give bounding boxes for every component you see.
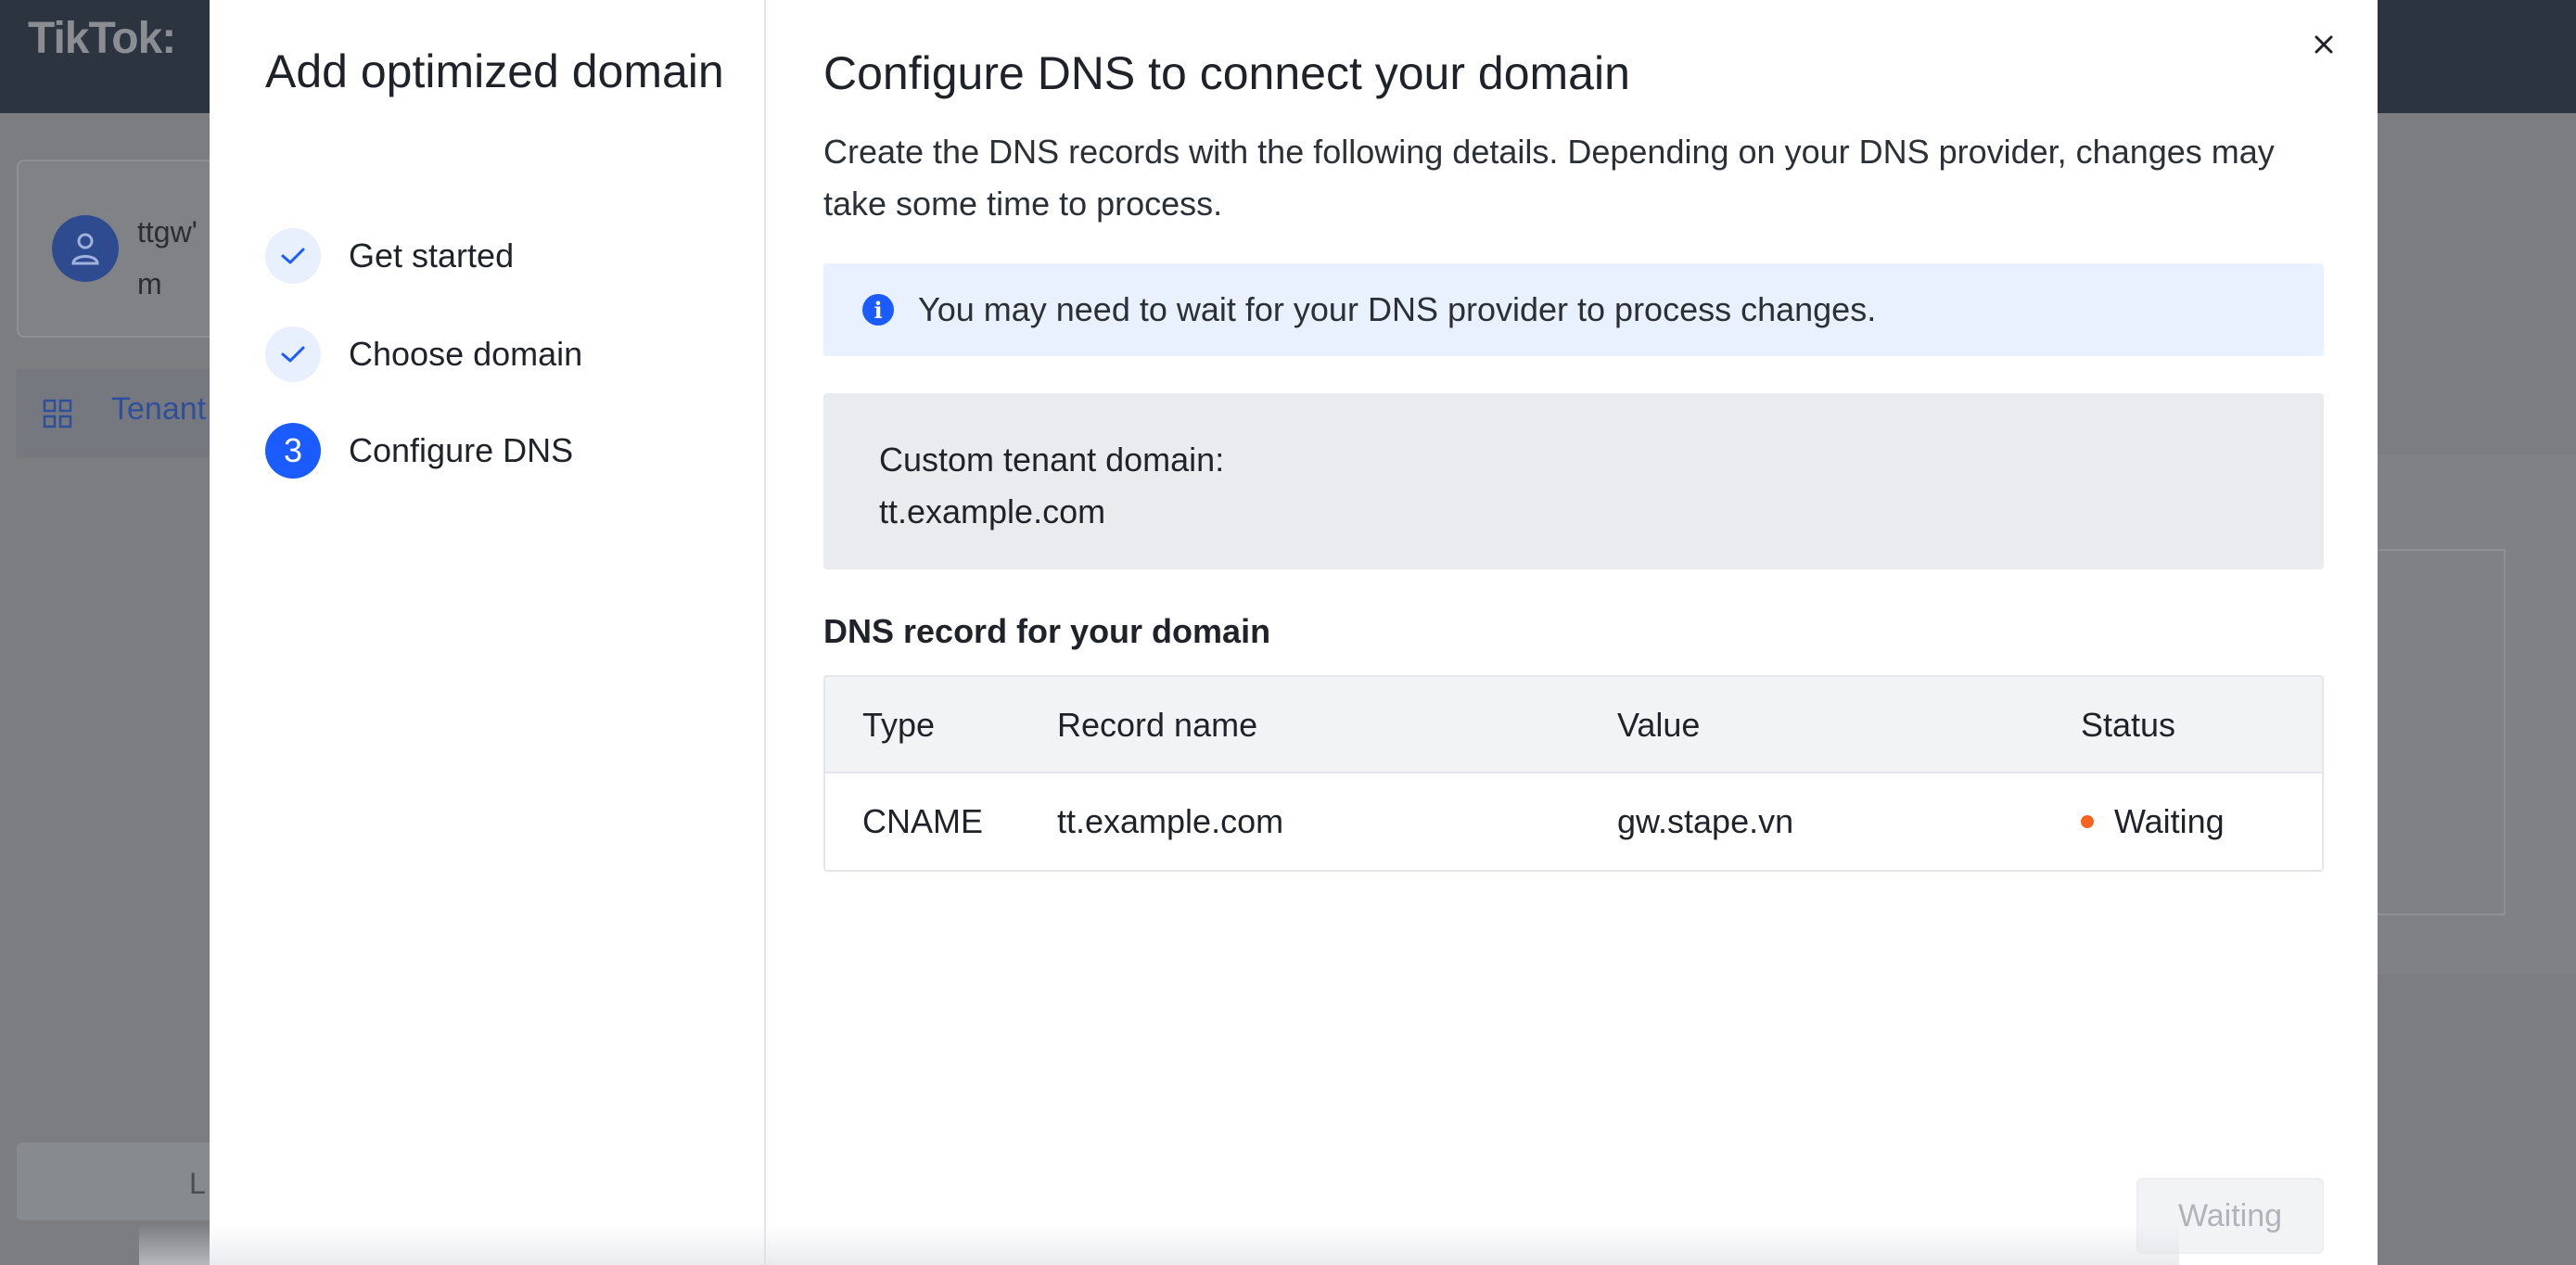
column-header-type: Type <box>862 706 936 744</box>
bottom-shadow <box>139 1224 2179 1265</box>
check-icon <box>281 248 305 264</box>
grid-icon <box>43 399 72 428</box>
background-panel-box <box>2376 549 2506 915</box>
column-header-status: Status <box>2081 706 2176 744</box>
account-name-line-2: m <box>137 267 162 300</box>
step-number-indicator: 3 <box>265 423 321 479</box>
info-icon: i <box>862 294 894 326</box>
step-label: Choose domain <box>349 335 583 373</box>
step-complete-indicator <box>265 228 321 284</box>
tiktok-logo: TikTok: <box>28 14 176 63</box>
dns-record-table: Type Record name Value Status CNAME tt.e… <box>823 675 2324 872</box>
close-icon <box>2315 35 2333 54</box>
column-header-value: Value <box>1617 706 1701 744</box>
page-description: Create the DNS records with the followin… <box>823 133 2275 223</box>
step-get-started: Get started <box>265 228 514 284</box>
step-label: Get started <box>349 236 515 275</box>
background-footer-button <box>17 1143 239 1220</box>
stepper-panel: Add optimized domain Get started Choose … <box>210 0 766 1265</box>
step-complete-indicator <box>265 326 321 382</box>
info-message: You may need to wait for your DNS provid… <box>918 290 1877 328</box>
sidebar-item-label: Tenant <box>111 391 207 427</box>
cell-value[interactable]: gw.stape.vn <box>1617 773 1793 870</box>
add-domain-modal: Add optimized domain Get started Choose … <box>210 0 2378 1265</box>
step-configure-dns: 3 Configure DNS <box>265 423 573 479</box>
cell-type[interactable]: CNAME <box>862 773 983 870</box>
close-button[interactable] <box>2302 22 2346 67</box>
status-dot <box>2081 815 2094 828</box>
custom-domain-value: tt.example.com <box>879 492 1106 530</box>
background-footer-button-label: L <box>189 1167 206 1200</box>
status-text: Waiting <box>2114 802 2225 840</box>
step-choose-domain: Choose domain <box>265 326 582 382</box>
step-label: Configure DNS <box>349 431 574 469</box>
avatar <box>52 215 119 282</box>
column-header-record-name: Record name <box>1057 706 1258 744</box>
status-badge: Waiting <box>2081 773 2225 870</box>
custom-domain-box: Custom tenant domain: tt.example.com <box>823 393 2324 569</box>
table-row: CNAME tt.example.com gw.stape.vn Waiting <box>825 773 2322 870</box>
modal-title: Add optimized domain <box>265 45 724 97</box>
custom-domain-label: Custom tenant domain: <box>879 441 1225 479</box>
table-header-row: Type Record name Value Status <box>825 677 2322 773</box>
page-title: Configure DNS to connect your domain <box>823 47 1630 99</box>
check-icon <box>281 346 305 363</box>
section-title: DNS record for your domain <box>823 612 1271 650</box>
cell-record-name[interactable]: tt.example.com <box>1057 773 1283 870</box>
account-card <box>17 160 239 338</box>
info-banner: i You may need to wait for your DNS prov… <box>823 263 2324 356</box>
user-icon <box>71 233 99 265</box>
account-name-line-1: ttgw' <box>137 215 198 249</box>
account-name: ttgw' m <box>137 206 198 310</box>
